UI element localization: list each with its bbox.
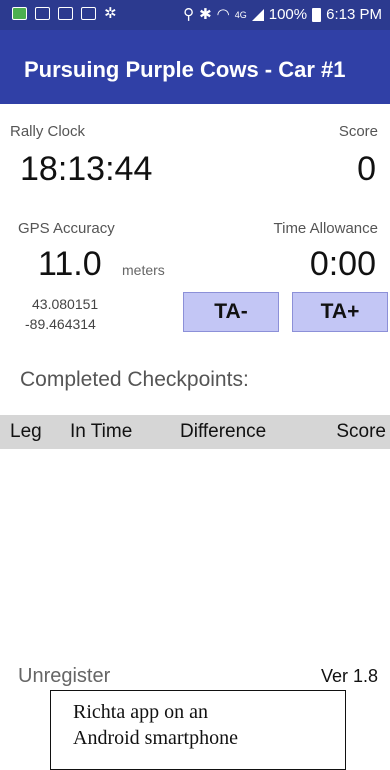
image-icon [81, 7, 96, 20]
app-title: Pursuing Purple Cows - Car #1 [24, 57, 346, 82]
status-time: 6:13 PM [326, 6, 382, 23]
fan-icon: ✲ [104, 4, 117, 22]
wifi-icon: ◠ [216, 6, 230, 23]
completed-checkpoints-title: Completed Checkpoints: [20, 368, 249, 391]
rally-clock-value: 18:13:44 [20, 150, 153, 188]
status-left-icons: ✲ [12, 6, 117, 21]
gps-accuracy-value: 11.0 [38, 245, 102, 283]
gps-accuracy-unit: meters [122, 262, 165, 278]
app-bar: Pursuing Purple Cows - Car #1 [0, 30, 390, 104]
signal-icon [251, 8, 264, 21]
4g-icon: 4G [234, 9, 247, 20]
score-label: Score [338, 123, 378, 140]
column-in-time: In Time [70, 421, 133, 442]
checkpoints-list[interactable] [0, 449, 390, 659]
rally-clock-label: Rally Clock [10, 123, 86, 140]
ta-minus-button[interactable]: TA- [183, 292, 279, 332]
gps-latitude: 43.080151 [32, 296, 99, 312]
status-right-icons: ⚲ ✱ ◠ 4G 100% 6:13 PM [183, 6, 382, 23]
caption-line-2: Android smartphone [73, 727, 238, 749]
app-notification-icon [12, 7, 27, 20]
caption-line-1: Richta app on an [73, 701, 208, 723]
email-icon [58, 7, 73, 20]
score-value: 0 [357, 150, 376, 188]
battery-icon [312, 7, 322, 22]
bluetooth-icon: ✱ [199, 6, 212, 23]
column-score: Score [336, 421, 386, 442]
mail-icon [35, 7, 50, 20]
time-allowance-label: Time Allowance [273, 220, 379, 237]
time-allowance-value: 0:00 [309, 245, 376, 283]
gps-longitude: -89.464314 [25, 316, 96, 332]
battery-percent: 100% [268, 6, 308, 23]
checkpoints-table-header: Leg In Time Difference Score [0, 415, 390, 449]
location-icon: ⚲ [183, 6, 195, 23]
ta-plus-button[interactable]: TA+ [292, 292, 388, 332]
version-label: Ver 1.8 [320, 666, 378, 686]
column-leg: Leg [10, 421, 42, 442]
column-difference: Difference [180, 421, 267, 442]
unregister-link[interactable]: Unregister [18, 665, 110, 688]
gps-accuracy-label: GPS Accuracy [18, 220, 115, 237]
caption-box: Richta app on an Android smartphone [50, 690, 346, 770]
status-bar: ✲ ⚲ ✱ ◠ 4G 100% 6:13 PM [0, 0, 390, 30]
